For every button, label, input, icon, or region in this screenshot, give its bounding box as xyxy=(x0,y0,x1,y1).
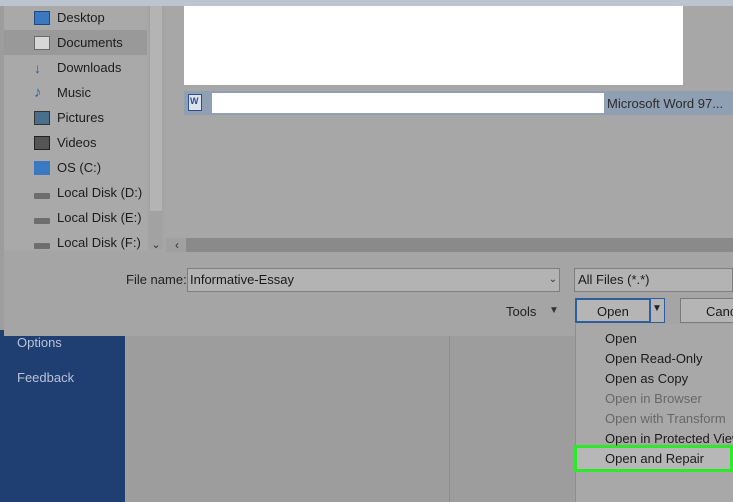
nav-item-desktop[interactable]: Desktop xyxy=(4,5,147,30)
nav-item-label: Local Disk (D:) xyxy=(57,185,143,200)
nav-item-label: Music xyxy=(57,85,91,100)
desktop-icon xyxy=(34,10,50,25)
menu-item-open-in-browser: Open in Browser xyxy=(605,391,702,406)
tools-button[interactable]: Tools xyxy=(506,304,536,319)
cancel-button-label: Canc xyxy=(706,304,733,319)
menu-item-open-and-repair[interactable]: Open and Repair xyxy=(605,451,704,466)
file-list-redacted-area xyxy=(184,6,683,85)
documents-icon xyxy=(34,35,50,50)
chevron-left-icon[interactable]: ‹ xyxy=(170,238,184,252)
menu-item-open-as-copy[interactable]: Open as Copy xyxy=(605,371,688,386)
disk-icon xyxy=(34,217,50,224)
file-type-value: All Files (*.*) xyxy=(578,272,650,287)
nav-item-pictures[interactable]: Pictures xyxy=(4,105,147,130)
file-name-value: Informative-Essay xyxy=(190,272,295,287)
menu-item-open-in-protected-view[interactable]: Open in Protected View xyxy=(605,431,733,446)
nav-item-label: Downloads xyxy=(57,60,122,75)
nav-item-downloads[interactable]: ↓ Downloads xyxy=(4,55,147,80)
pictures-icon xyxy=(34,110,50,125)
nav-item-label: Documents xyxy=(57,35,123,50)
nav-item-music[interactable]: ♪ Music xyxy=(4,80,147,105)
downloads-icon: ↓ xyxy=(34,59,41,76)
caret-down-icon: ▼ xyxy=(652,303,662,314)
nav-item-videos[interactable]: Videos xyxy=(4,130,147,155)
file-name-cell xyxy=(212,93,604,113)
nav-item-os-c[interactable]: OS (C:) xyxy=(4,155,147,180)
chevron-down-icon[interactable]: ⌄ xyxy=(149,238,163,252)
chevron-down-icon[interactable]: ⌄ xyxy=(546,268,560,292)
word-icon-letter: W xyxy=(190,96,199,106)
backstage-item-options[interactable]: Options xyxy=(17,335,62,350)
disk-icon xyxy=(34,242,50,249)
backstage-item-feedback[interactable]: Feedback xyxy=(17,370,74,385)
os-drive-icon xyxy=(34,160,50,175)
nav-item-label: Pictures xyxy=(57,110,104,125)
file-type-cell: Microsoft Word 97... xyxy=(607,96,724,111)
nav-item-label: Local Disk (F:) xyxy=(57,235,141,250)
caret-down-icon[interactable]: ▼ xyxy=(549,305,559,316)
menu-item-open-with-transform: Open with Transform xyxy=(605,411,726,426)
nav-scrollbar-thumb[interactable] xyxy=(150,6,162,211)
nav-item-label: Desktop xyxy=(57,10,105,25)
nav-item-local-disk-d[interactable]: Local Disk (D:) xyxy=(4,180,147,205)
nav-item-label: Videos xyxy=(57,135,97,150)
open-button-label: Open xyxy=(597,304,629,319)
horizontal-scrollbar-thumb[interactable] xyxy=(186,238,733,252)
music-icon: ♪ xyxy=(34,83,42,101)
videos-icon xyxy=(34,135,50,150)
menu-item-open-read-only[interactable]: Open Read-Only xyxy=(605,351,703,366)
nav-item-label: OS (C:) xyxy=(57,160,102,175)
nav-item-local-disk-e[interactable]: Local Disk (E:) xyxy=(4,205,147,230)
file-name-label: File name: xyxy=(126,272,187,287)
backstage-divider xyxy=(449,330,450,502)
nav-item-documents[interactable]: Documents xyxy=(4,30,147,55)
disk-icon xyxy=(34,192,50,199)
nav-item-label: Local Disk (E:) xyxy=(57,210,142,225)
menu-item-open[interactable]: Open xyxy=(605,331,637,346)
backstage-nav xyxy=(0,330,125,502)
